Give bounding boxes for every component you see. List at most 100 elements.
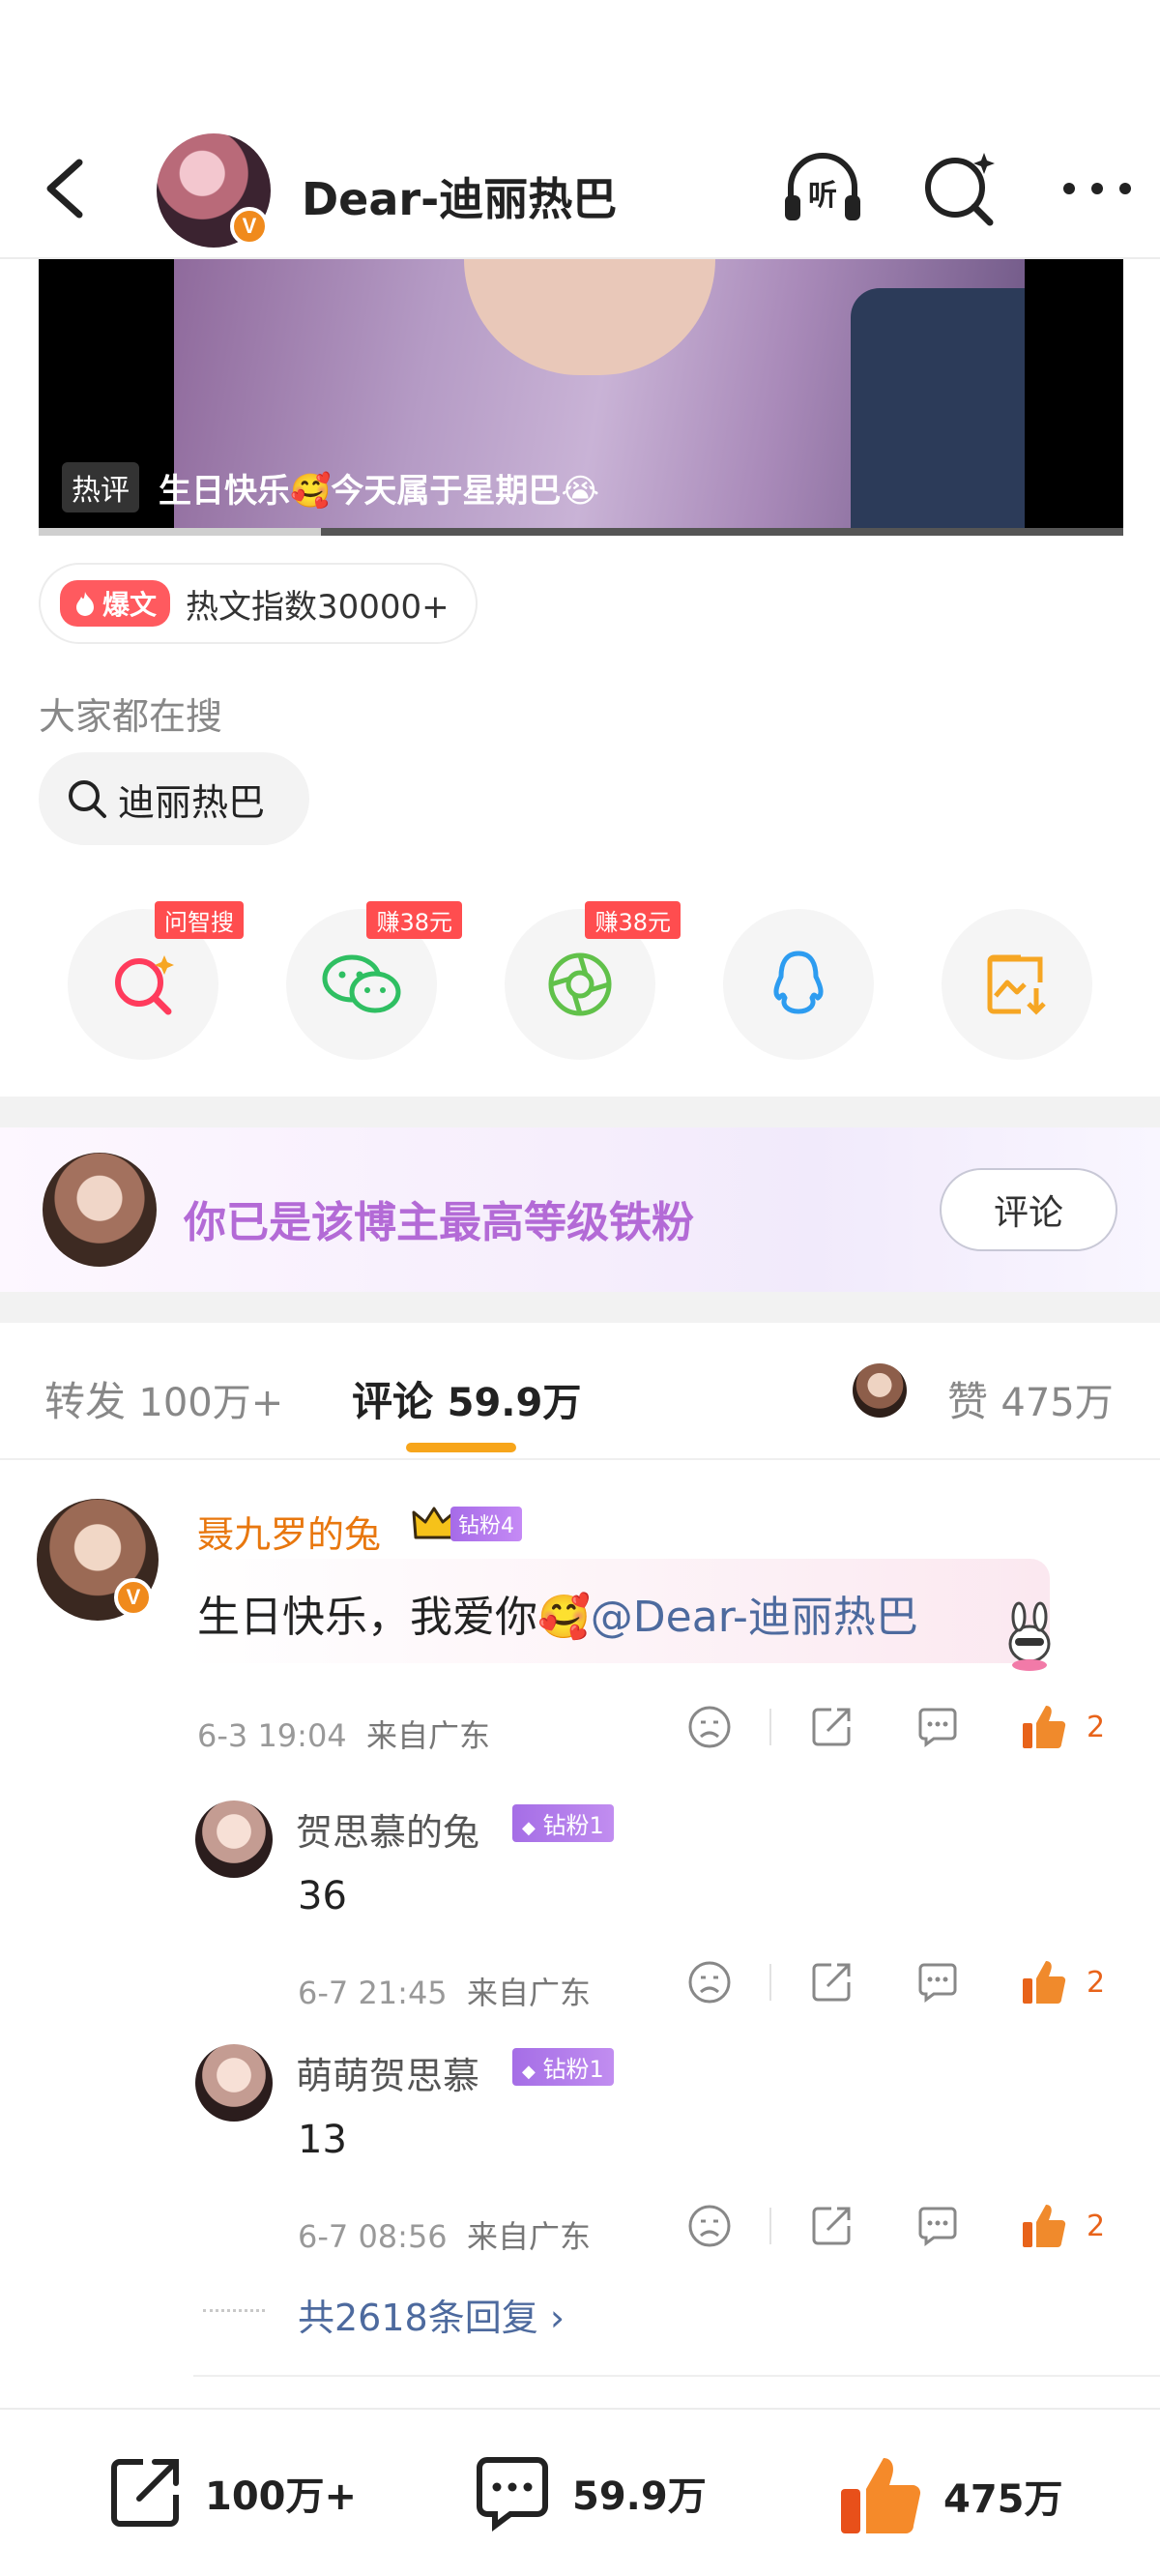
bottom-action-bar: 100万+ 59.9万 475万 bbox=[0, 2408, 1160, 2576]
comment-icon bbox=[477, 2457, 548, 2532]
tab-like-label: 赞 bbox=[947, 1378, 989, 1425]
thumbs-up-icon bbox=[1023, 1961, 1066, 2004]
tab-comment[interactable]: 评论 59.9万 bbox=[352, 1369, 581, 1428]
like-button[interactable] bbox=[1015, 2197, 1073, 2255]
more-replies-text: 共2618条回复 bbox=[298, 2297, 538, 2339]
user-avatar[interactable] bbox=[43, 1153, 157, 1267]
wechat-icon bbox=[322, 954, 401, 1013]
comment-icon bbox=[918, 2207, 957, 2246]
tab-repost-count: 100万+ bbox=[138, 1381, 284, 1425]
hot-badge-label: 爆文 bbox=[102, 589, 158, 621]
tab-comment-label: 评论 bbox=[352, 1378, 434, 1425]
bottom-repost-count: 100万+ bbox=[205, 2474, 358, 2519]
reply-author-name[interactable]: 萌萌贺思慕 bbox=[296, 2046, 479, 2099]
comment-author-name[interactable]: 聂九罗的兔 bbox=[197, 1505, 381, 1558]
like-button[interactable] bbox=[1015, 1698, 1073, 1756]
video-player[interactable]: 热评 生日快乐🥰今天属于星期巴😭 bbox=[39, 259, 1123, 536]
listen-label: 听 bbox=[808, 179, 837, 213]
bottom-comment-button[interactable]: 59.9万 bbox=[472, 2452, 707, 2533]
fan-level-label: 钻粉4 bbox=[450, 1507, 522, 1541]
comment-body: 生日快乐，我爱你🥰 bbox=[197, 1593, 591, 1642]
fan-level-badge: ◆ 钻粉1 bbox=[512, 1804, 614, 1842]
replies-dots bbox=[203, 2309, 265, 2312]
share-icon bbox=[812, 2207, 851, 2245]
dislike-button[interactable] bbox=[681, 2197, 739, 2255]
thumbs-up-icon bbox=[1023, 2205, 1066, 2247]
fan-level-label: 钻粉1 bbox=[542, 1812, 604, 1839]
reply-button[interactable] bbox=[909, 1698, 967, 1756]
bottom-like-button[interactable]: 475万 bbox=[837, 2452, 1063, 2539]
share-tag: 赚38元 bbox=[366, 901, 462, 939]
share-save-image-button[interactable] bbox=[942, 909, 1092, 1060]
search-chip[interactable]: 迪丽热巴 bbox=[39, 752, 309, 845]
share-ask-search-button[interactable]: 问智搜 bbox=[68, 901, 244, 1060]
share-moments-button[interactable]: 赚38元 bbox=[505, 901, 681, 1060]
share-icon bbox=[812, 1963, 851, 2002]
reply-button[interactable] bbox=[909, 2197, 967, 2255]
mention-link[interactable]: @Dear-迪丽热巴 bbox=[591, 1593, 918, 1642]
sad-face-icon bbox=[688, 1961, 731, 2004]
share-button[interactable] bbox=[802, 2197, 860, 2255]
share-wechat-button[interactable]: 赚38元 bbox=[286, 901, 462, 1060]
reply-button[interactable] bbox=[909, 1953, 967, 2011]
thumbs-up-icon bbox=[1023, 1706, 1066, 1748]
more-icon[interactable] bbox=[1054, 145, 1141, 232]
bottom-repost-button[interactable]: 100万+ bbox=[104, 2452, 357, 2533]
thumbs-up-icon bbox=[841, 2458, 921, 2533]
share-button[interactable] bbox=[802, 1953, 860, 2011]
comment-time: 6-3 19:04 bbox=[197, 1717, 347, 1754]
fan-comment-button[interactable]: 评论 bbox=[940, 1168, 1117, 1251]
comment-meta: 6-3 19:04 来自广东 bbox=[197, 1712, 490, 1756]
reply-location: 来自广东 bbox=[467, 1975, 592, 2011]
video-progress-fill bbox=[39, 528, 321, 536]
blogger-name[interactable]: Dear-迪丽热巴 bbox=[302, 164, 617, 228]
reply-location: 来自广东 bbox=[467, 2218, 592, 2255]
reply-author-avatar[interactable] bbox=[195, 1800, 273, 1878]
reply-author-name[interactable]: 贺思慕的兔 bbox=[296, 1802, 479, 1856]
section-divider bbox=[0, 1097, 1160, 1127]
share-button[interactable] bbox=[802, 1698, 860, 1756]
dislike-button[interactable] bbox=[681, 1698, 739, 1756]
trending-search-label: 大家都在搜 bbox=[39, 695, 223, 738]
save-image-icon bbox=[987, 954, 1046, 1015]
bottom-like-count: 475万 bbox=[943, 2477, 1063, 2522]
comment-divider bbox=[193, 2375, 1160, 2377]
like-button[interactable] bbox=[1015, 1953, 1073, 2011]
fan-level-badge: 钻粉4 bbox=[412, 1505, 522, 1543]
video-progress-bar[interactable] bbox=[39, 528, 1123, 536]
reply-actions: 2 bbox=[681, 2197, 1105, 2255]
reply-author-avatar[interactable] bbox=[195, 2044, 273, 2122]
tab-comment-count: 59.9万 bbox=[447, 1381, 582, 1425]
ai-search-icon bbox=[115, 955, 174, 1015]
rabbit-sticker-icon bbox=[1008, 1601, 1051, 1671]
repost-icon bbox=[111, 2459, 179, 2527]
listen-icon[interactable]: 听 bbox=[779, 145, 866, 232]
liker-avatar bbox=[853, 1363, 907, 1418]
more-replies-link[interactable]: 共2618条回复 › bbox=[298, 2288, 565, 2341]
hot-index-pill[interactable]: 爆文 热文指数30000+ bbox=[39, 563, 478, 644]
fan-level-label: 钻粉1 bbox=[542, 2056, 604, 2083]
comment-text: 生日快乐，我爱你🥰@Dear-迪丽热巴 bbox=[197, 1582, 918, 1644]
verified-badge-icon: V bbox=[114, 1578, 153, 1617]
tab-like[interactable]: 赞 475万 bbox=[947, 1369, 1114, 1428]
share-row: 问智搜 赚38元 赚38元 bbox=[68, 901, 1092, 1060]
sad-face-icon bbox=[688, 2205, 731, 2247]
section-divider bbox=[0, 1292, 1160, 1323]
dislike-button[interactable] bbox=[681, 1953, 739, 2011]
share-qq-button[interactable] bbox=[723, 909, 874, 1060]
tab-repost[interactable]: 转发 100万+ bbox=[44, 1369, 283, 1428]
qq-icon bbox=[773, 951, 824, 1014]
reply-meta: 6-7 21:45 来自广东 bbox=[298, 1969, 591, 2013]
like-count: 2 bbox=[1087, 2209, 1106, 2243]
share-icon bbox=[812, 1708, 851, 1746]
back-icon[interactable] bbox=[39, 155, 97, 222]
ai-search-icon[interactable] bbox=[916, 145, 1003, 232]
search-chip-text: 迪丽热巴 bbox=[118, 780, 266, 824]
hot-comment-tag: 热评 bbox=[62, 462, 139, 512]
tab-repost-label: 转发 bbox=[44, 1378, 127, 1425]
reply-text: 36 bbox=[298, 1874, 347, 1918]
top-bar: V Dear-迪丽热巴 听 bbox=[0, 0, 1160, 259]
comment-actions: 2 bbox=[681, 1698, 1105, 1756]
comment-icon bbox=[918, 1963, 957, 2003]
like-count: 2 bbox=[1087, 1710, 1106, 1744]
